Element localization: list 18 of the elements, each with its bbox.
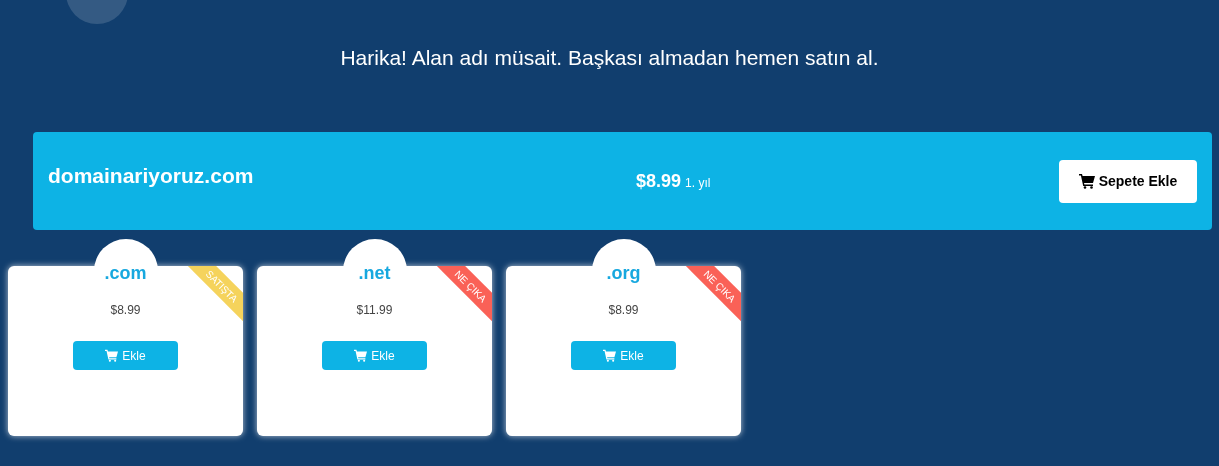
headline: Harika! Alan adı müsait. Başkası almadan hemen satın al. bbox=[340, 45, 879, 71]
extension-price: $8.99 bbox=[608, 302, 639, 319]
price: $8.99 bbox=[636, 169, 682, 193]
period: 1. yıl bbox=[685, 174, 711, 192]
domain-name: domainariyoruz.com bbox=[48, 163, 255, 190]
cart-icon bbox=[354, 349, 368, 362]
cart-icon bbox=[105, 349, 119, 362]
cart-icon bbox=[603, 349, 617, 362]
add-to-cart-button[interactable]: Sepete Ekle bbox=[1059, 159, 1197, 203]
cart-icon bbox=[1078, 173, 1095, 189]
extension-price: $11.99 bbox=[356, 302, 393, 319]
extension-name: .com bbox=[104, 262, 147, 285]
add-button[interactable]: Ekle bbox=[571, 341, 676, 370]
add-button[interactable]: Ekle bbox=[73, 341, 178, 370]
add-button[interactable]: Ekle bbox=[322, 341, 427, 370]
extension-name: .net bbox=[358, 262, 391, 285]
extension-name: .org bbox=[606, 262, 641, 285]
extension-price: $8.99 bbox=[110, 302, 141, 319]
